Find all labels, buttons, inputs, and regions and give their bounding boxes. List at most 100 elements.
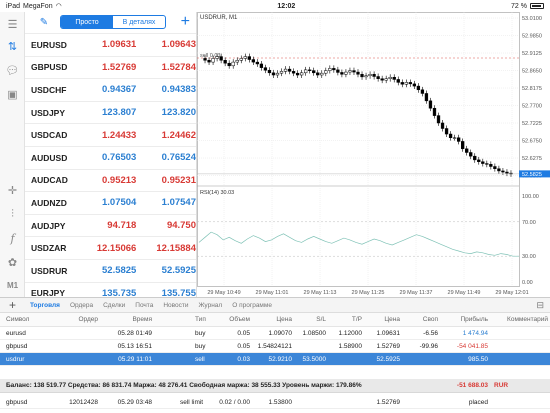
candle-body — [465, 148, 469, 153]
terminal-tab[interactable]: Торговля — [25, 302, 65, 309]
candle-body — [287, 68, 292, 72]
price-tick-label: 52.6275 — [522, 156, 542, 162]
quote-bid: 1.09631 — [102, 39, 137, 51]
quote-row[interactable]: GBPUSD 1.52769 1.52784 — [25, 55, 196, 79]
pending-order: 12012428 — [69, 398, 98, 406]
position-comment — [494, 340, 548, 352]
quote-bid: 0.76503 — [102, 152, 137, 164]
function-icon[interactable]: f — [4, 230, 21, 247]
objects-icon[interactable]: ✿ — [4, 254, 21, 271]
candle-body — [219, 56, 223, 61]
quote-row[interactable]: AUDJPY 94.718 94.750 — [25, 213, 196, 237]
position-profit: 985.50 — [468, 355, 488, 363]
chat-icon[interactable]: 💬︎ — [4, 62, 21, 79]
add-symbol-icon[interactable]: + — [181, 13, 190, 31]
column-header[interactable]: T/P — [330, 313, 362, 326]
column-header[interactable]: S/L — [296, 313, 326, 326]
column-header[interactable]: Комментарий — [494, 313, 548, 326]
terminal-tab[interactable]: Сделки — [98, 302, 130, 309]
position-time: 05.29 11:01 — [118, 355, 152, 363]
quote-row[interactable]: USDCHF 0.94367 0.94383 — [25, 78, 196, 101]
candle-body — [259, 63, 264, 68]
candle-body — [436, 115, 441, 124]
column-header[interactable]: Цена — [362, 313, 400, 326]
candle-body — [384, 78, 388, 81]
column-header[interactable]: Ордер — [58, 313, 98, 326]
news-icon[interactable]: ▣ — [4, 86, 21, 103]
candle-body — [352, 70, 356, 73]
position-current: 1.09631 — [376, 329, 401, 337]
price-tick-label: 53.0100 — [522, 16, 542, 22]
candle-body — [400, 82, 404, 85]
column-header[interactable]: Объем — [212, 313, 250, 326]
tab-details[interactable]: В деталях — [113, 16, 165, 28]
terminal-tab[interactable]: Ордера — [65, 302, 98, 309]
new-order-icon[interactable]: + — [0, 298, 25, 312]
quote-row[interactable]: USDZAR 12.15066 12.15884 — [25, 236, 196, 259]
candle-body — [444, 128, 449, 135]
candle-body — [320, 72, 324, 76]
candle-body — [247, 56, 251, 60]
tab-simple[interactable]: Просто — [61, 16, 113, 28]
time-tick-label: 29 May 11:25 — [352, 290, 385, 296]
candle-body — [324, 70, 328, 74]
quote-row[interactable]: EURUSD 1.09631 1.09643 — [25, 33, 196, 56]
quote-symbol: AUDNZD — [31, 197, 67, 208]
position-tp — [330, 353, 362, 365]
column-header[interactable]: Цена — [256, 313, 292, 326]
position-row[interactable]: gbpusd 05.13 16:51 buy 0.05 1.54824121 1.5890… — [0, 340, 550, 353]
candle-body — [207, 60, 211, 63]
price-chart[interactable]: 53.0100 52.9850 52.9125 52.8650 52.8175 52.77… — [197, 12, 550, 297]
quote-row[interactable]: USDCAD 1.24433 1.24462 — [25, 123, 196, 146]
trade-icon[interactable]: ⇅ — [4, 38, 21, 55]
time-tick-label: 29 May 12:01 — [495, 290, 528, 296]
terminal-tab[interactable]: Журнал — [194, 302, 228, 309]
pending-order-row[interactable]: gbpusd 12012428 05.29 03:48 sell limit 0… — [0, 396, 550, 409]
indicators-icon[interactable]: ⫶ — [4, 206, 21, 223]
time-tick-label: 29 May 11:49 — [448, 290, 481, 296]
positions-header: Символ Ордер Время Тип Объем Цена S/L T/P Цена Св… — [0, 313, 550, 327]
quote-row[interactable]: AUDCAD 0.95213 0.95231 — [25, 168, 196, 192]
crosshair-icon[interactable]: ✛ — [4, 182, 21, 199]
candle-body — [279, 71, 284, 74]
price-tick-label: 52.6750 — [522, 139, 542, 145]
quote-ask: 1.09643 — [161, 39, 196, 51]
quotes-icon[interactable]: ☰ — [4, 16, 21, 33]
quote-bid: 12.15066 — [96, 242, 137, 254]
candle-body — [380, 78, 384, 81]
column-header[interactable]: Своп — [402, 313, 438, 326]
layout-icon[interactable]: ⊟ — [536, 300, 544, 311]
candle-body — [432, 107, 437, 116]
quote-row[interactable]: AUDNZD 1.07504 1.07547 — [25, 191, 196, 214]
candle-body — [215, 56, 219, 59]
terminal-tab[interactable]: Новости — [158, 302, 193, 309]
timeframe-button[interactable]: M1 — [4, 277, 21, 294]
left-toolbar: ☰ ⇅ 💬︎ ▣ ✛ ⫶ f ✿ M1 — [0, 12, 25, 297]
quote-symbol: AUDCAD — [31, 175, 68, 186]
quote-symbol: EURUSD — [31, 39, 67, 50]
position-row[interactable]: eurusd 05.28 01:49 buy 0.05 1.09070 1.08500 1.… — [0, 327, 550, 340]
candle-body — [452, 137, 457, 139]
candle-body — [203, 58, 207, 61]
position-row[interactable]: usdrur 05.29 11:01 sell 0.03 52.9210 53.5000 5… — [0, 353, 550, 366]
candle-body — [404, 82, 408, 85]
column-header[interactable]: Прибыль — [438, 313, 489, 326]
quote-ask: 0.76524 — [161, 152, 196, 164]
candle-body — [485, 163, 489, 165]
quote-symbol: GBPUSD — [31, 62, 68, 73]
quote-row[interactable]: AUDUSD 0.76503 0.76524 — [25, 145, 196, 169]
edit-icon[interactable]: ✎ — [37, 16, 51, 30]
candle-body — [239, 58, 243, 61]
current-price-label: 52.5825 — [522, 172, 542, 178]
column-header[interactable]: Символ — [6, 313, 46, 326]
pending-current: 1.52769 — [376, 398, 401, 406]
quote-row[interactable]: USDJPY 123.807 123.820 — [25, 100, 196, 124]
position-swap: -6.56 — [423, 329, 438, 337]
chart-canvas[interactable]: 53.0100 52.9850 52.9125 52.8650 52.8175 52.77… — [197, 12, 550, 297]
terminal-tab[interactable]: Почта — [130, 302, 158, 309]
terminal-tab[interactable]: О программе — [227, 302, 277, 309]
quote-row[interactable]: USDRUR 52.5825 52.5925 — [25, 258, 196, 282]
column-header[interactable]: Время — [100, 313, 152, 326]
position-time: 05.13 16:51 — [117, 342, 152, 350]
quote-ask: 123.820 — [161, 107, 196, 119]
